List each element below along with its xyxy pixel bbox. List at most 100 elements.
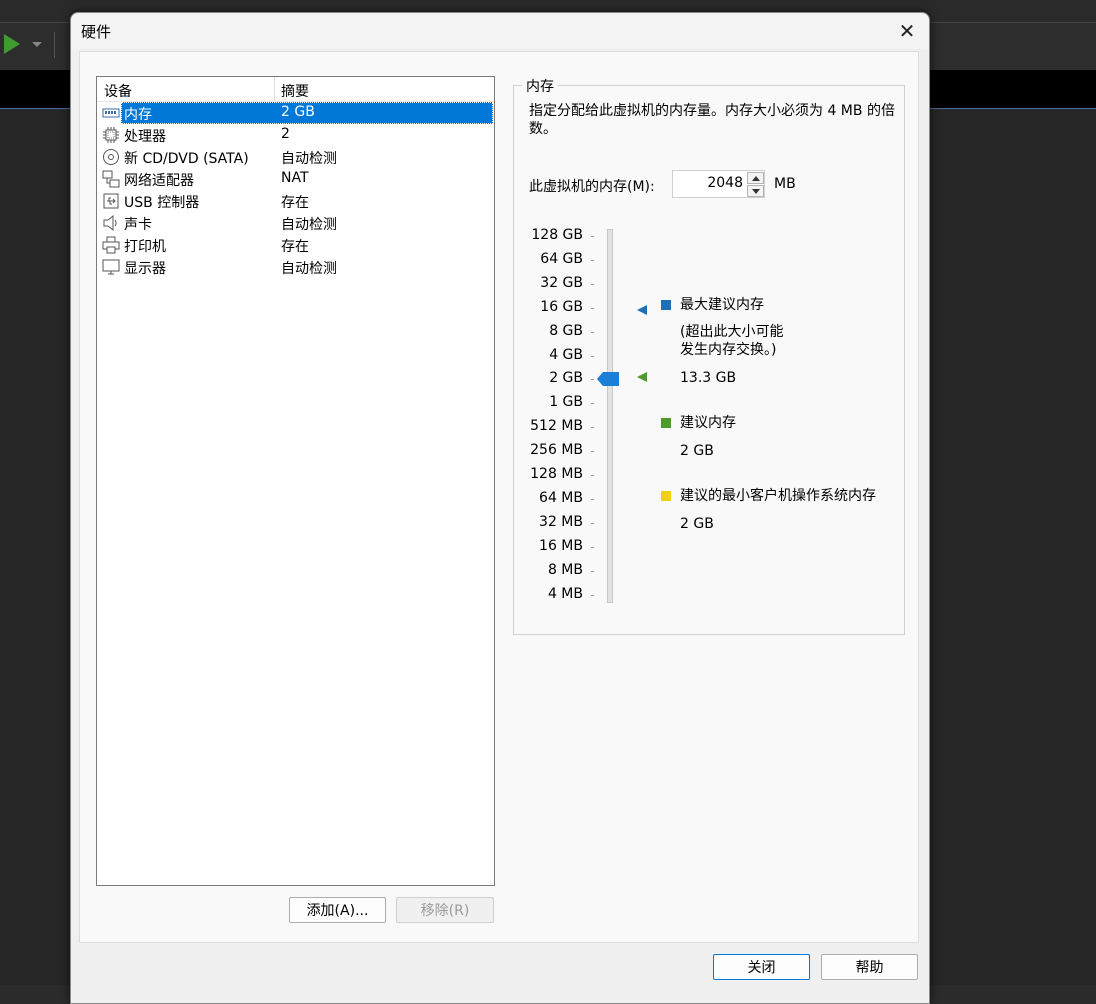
device-name: 显示器 [124, 261, 166, 277]
memory-description: 指定分配给此虚拟机的内存量。内存大小必须为 4 MB 的倍数。 [529, 103, 895, 137]
device-name: 处理器 [124, 129, 166, 145]
scale-tick-mark [591, 451, 594, 453]
max-recommended-note: (超出此大小可能 [680, 324, 784, 340]
device-summary: 自动检测 [281, 217, 337, 233]
memory-group-title: 内存 [522, 76, 558, 96]
scale-tick-label: 2 GB [549, 370, 583, 387]
scale-tick-mark [591, 283, 594, 285]
dialog-title: 硬件 [81, 23, 112, 41]
scale-tick-label: 64 MB [539, 489, 583, 506]
device-name: 网络适配器 [124, 173, 194, 189]
scale-tick-label: 1 GB [549, 394, 583, 411]
max-recommended-label: 最大建议内存 [680, 297, 764, 313]
device-list-header: 设备 摘要 [97, 77, 494, 102]
dialog-titlebar: 硬件 ✕ [71, 13, 929, 49]
memory-input[interactable]: 2048 [675, 175, 743, 191]
device-summary: 2 [281, 126, 290, 142]
device-summary: 2 GB [281, 104, 315, 120]
recommended-swatch [661, 418, 671, 428]
toolbar-separator [54, 32, 55, 58]
play-icon[interactable] [4, 34, 20, 54]
play-dropdown-icon[interactable] [32, 42, 42, 47]
memory-icon [102, 108, 120, 118]
scale-tick-label: 32 GB [540, 274, 583, 291]
device-name: 新 CD/DVD (SATA) [124, 151, 249, 167]
max-recommended-value: 13.3 GB [680, 370, 737, 386]
printer-icon [102, 236, 120, 254]
add-device-button[interactable]: 添加(A)... [289, 897, 386, 923]
scale-tick-label: 64 GB [540, 250, 583, 267]
device-summary: 存在 [281, 195, 309, 211]
memory-field-label: 此虚拟机的内存(M): [529, 179, 655, 195]
memory-slider-thumb[interactable] [597, 372, 619, 386]
scale-tick-mark [591, 594, 594, 596]
spin-up-button[interactable] [747, 172, 764, 184]
device-list[interactable]: 设备 摘要 内存 2 GB 处理器 2 新 CD/DVD (SATA) 自动检测 [96, 76, 495, 886]
scale-tick-label: 8 MB [547, 561, 583, 578]
close-icon[interactable]: ✕ [893, 18, 921, 44]
device-summary: 存在 [281, 239, 309, 255]
device-summary: 自动检测 [281, 261, 337, 277]
min-guest-value: 2 GB [680, 516, 714, 532]
dialog-content: 设备 摘要 内存 2 GB 处理器 2 新 CD/DVD (SATA) 自动检测 [79, 51, 919, 943]
scale-tick-mark [591, 307, 594, 309]
device-row-memory[interactable]: 内存 2 GB [97, 102, 494, 124]
device-row-processor[interactable]: 处理器 2 [97, 124, 494, 146]
device-name: 打印机 [124, 239, 166, 255]
scale-tick-mark [591, 403, 594, 405]
column-header-summary[interactable]: 摘要 [281, 81, 309, 101]
device-row-sound[interactable]: 声卡 自动检测 [97, 212, 494, 234]
min-guest-swatch [661, 491, 671, 501]
close-button[interactable]: 关闭 [713, 954, 810, 980]
device-row-network[interactable]: 网络适配器 NAT [97, 168, 494, 190]
max-recommended-marker [637, 305, 647, 315]
remove-device-button[interactable]: 移除(R) [396, 897, 494, 923]
scale-tick-mark [591, 570, 594, 572]
recommended-value: 2 GB [680, 443, 714, 459]
scale-tick-mark [591, 475, 594, 476]
scale-tick-label: 16 GB [540, 298, 583, 315]
disc-icon [103, 149, 119, 165]
device-row-printer[interactable]: 打印机 存在 [97, 234, 494, 256]
device-name: 声卡 [124, 217, 152, 233]
scale-tick-label: 4 GB [549, 346, 583, 363]
max-recommended-note-2: 发生内存交换。) [680, 342, 777, 358]
scale-tick-label: 8 GB [549, 322, 583, 339]
column-divider[interactable] [274, 77, 275, 101]
network-icon [102, 170, 120, 188]
scale-tick-mark [591, 427, 594, 429]
scale-tick-label: 4 MB [547, 585, 583, 602]
scale-tick-mark [591, 236, 594, 237]
monitor-icon [102, 259, 120, 275]
scale-tick-label: 128 MB [530, 466, 583, 482]
spin-down-button[interactable] [747, 185, 764, 197]
device-row-cd-dvd[interactable]: 新 CD/DVD (SATA) 自动检测 [97, 146, 494, 168]
recommended-label: 建议内存 [680, 415, 736, 431]
scale-tick-mark [591, 379, 594, 381]
scale-tick-mark [591, 355, 594, 357]
max-recommended-swatch [661, 300, 671, 310]
scale-tick-label: 256 MB [530, 442, 583, 459]
device-summary: 自动检测 [281, 151, 337, 167]
scale-tick-mark [591, 498, 594, 500]
memory-unit: MB [774, 176, 796, 192]
scale-tick-label: 16 MB [539, 537, 583, 554]
cpu-icon [103, 127, 119, 143]
column-header-device[interactable]: 设备 [104, 81, 132, 101]
scale-tick-mark [591, 331, 594, 333]
memory-slider-track[interactable] [607, 229, 613, 603]
device-row-display[interactable]: 显示器 自动检测 [97, 256, 494, 278]
device-name: USB 控制器 [124, 195, 200, 211]
help-button[interactable]: 帮助 [821, 954, 918, 980]
memory-spinbox[interactable]: 2048 [672, 170, 765, 198]
hardware-dialog: 硬件 ✕ 设备 摘要 内存 2 GB 处理器 2 新 CD/DVD (SATA)… [70, 12, 930, 1004]
usb-icon [103, 193, 119, 209]
device-name: 内存 [124, 107, 152, 123]
min-guest-label: 建议的最小客户机操作系统内存 [680, 488, 876, 504]
scale-tick-label: 512 MB [530, 418, 583, 435]
scale-tick-mark [591, 522, 594, 524]
recommended-marker [637, 372, 647, 382]
device-row-usb[interactable]: USB 控制器 存在 [97, 190, 494, 212]
scale-tick-label: 32 MB [539, 513, 583, 530]
scale-tick-mark [591, 546, 594, 548]
